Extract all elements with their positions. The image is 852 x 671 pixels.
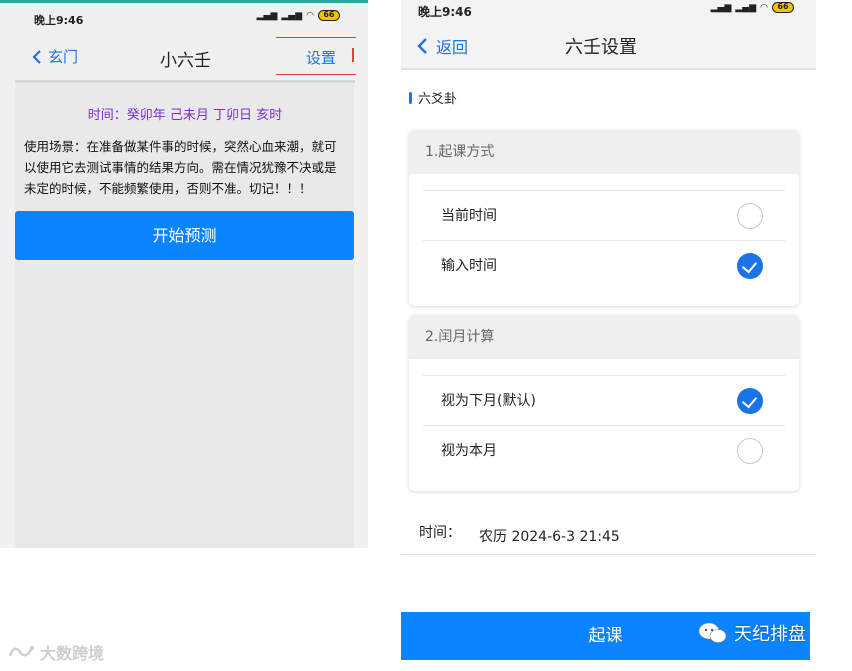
status-time: 晚上9:46	[34, 14, 84, 27]
left-phone-screen: 晚上9:46 ▂▄▆ ▂▄▆ ◠ 66 玄门 小六壬 设置 时间：癸卯年 己未月…	[0, 0, 368, 548]
chevron-left-icon	[417, 38, 427, 54]
back-label: 返回	[436, 38, 469, 57]
usage-description: 使用场景：在准备做某件事的时候，突然心血来潮，就可以使用它去测试事情的结果方向。…	[24, 139, 337, 196]
top-accent-line	[0, 0, 368, 3]
status-icons: ▂▄▆ ▂▄▆ ◠ 66	[257, 10, 340, 21]
watermark-right-text: 天纪排盘	[734, 624, 806, 645]
signal-icon: ▂▄▆	[256, 10, 278, 21]
highlight-marker	[352, 48, 354, 62]
card-header: 1.起课方式	[409, 130, 799, 174]
start-method-card: 1.起课方式 当前时间 输入时间	[409, 130, 799, 306]
battery-icon: 66	[318, 10, 340, 21]
status-time: 晚上9:46	[418, 5, 472, 19]
status-icons: ▂▄▆ ▂▄▆ ◠ 66	[711, 2, 794, 13]
option-next-month[interactable]: 视为下月(默认)	[423, 375, 785, 425]
option-current-time[interactable]: 当前时间	[423, 190, 785, 240]
signal-icon: ▂▄▆	[735, 2, 757, 13]
watermark-right: 天纪排盘	[698, 620, 806, 646]
option-label: 视为下月(默认)	[441, 393, 536, 409]
radio-unchecked-icon[interactable]	[737, 203, 763, 229]
screenshot-stage: 晚上9:46 ▂▄▆ ▂▄▆ ◠ 66 玄门 小六壬 设置 时间：癸卯年 己未月…	[0, 0, 852, 671]
option-label: 视为本月	[441, 443, 497, 459]
wifi-icon: ◠	[760, 2, 768, 13]
radio-unchecked-icon[interactable]	[737, 438, 763, 464]
page-title: 小六壬	[160, 51, 211, 71]
time-value[interactable]: 农历 2024-6-3 21:45	[479, 526, 620, 546]
settings-button[interactable]: 设置	[276, 37, 356, 75]
nav-divider	[15, 80, 355, 83]
card-header: 2.闰月计算	[409, 315, 799, 359]
signal-icon: ▂▄▆	[281, 10, 303, 21]
time-label: 时间：	[419, 525, 461, 541]
current-time-text: 时间：癸卯年 己未月 丁卯日 亥时	[87, 108, 283, 123]
radio-checked-icon[interactable]	[737, 388, 763, 414]
back-label: 玄门	[48, 48, 79, 66]
option-label: 当前时间	[441, 208, 497, 224]
option-this-month[interactable]: 视为本月	[423, 425, 785, 475]
signal-icon: ▂▄▆	[710, 2, 732, 13]
settings-label: 设置	[306, 49, 337, 67]
chevron-left-icon	[32, 49, 41, 64]
radio-checked-icon[interactable]	[737, 253, 763, 279]
page-title: 六壬设置	[565, 37, 637, 58]
battery-icon: 66	[772, 2, 794, 13]
brand-logo-icon	[8, 646, 34, 657]
option-input-time[interactable]: 输入时间	[423, 240, 785, 290]
back-button[interactable]: 返回	[417, 34, 468, 58]
option-label: 输入时间	[441, 258, 497, 274]
wifi-icon: ◠	[306, 10, 314, 21]
watermark-left-text: 大数跨境	[40, 644, 105, 663]
section-marker	[409, 91, 412, 104]
wechat-icon	[698, 622, 727, 643]
section-heading: 六爻卦	[409, 88, 457, 107]
status-bar: 晚上9:46 ▂▄▆ ▂▄▆ ◠ 66	[0, 8, 368, 30]
time-divider	[401, 554, 816, 555]
start-predict-button[interactable]: 开始预测	[15, 211, 354, 260]
section-label: 六爻卦	[418, 92, 458, 107]
right-phone-screen: 晚上9:46 ▂▄▆ ▂▄▆ ◠ 66 返回 六壬设置 六爻卦 1.起课方式 当…	[401, 0, 816, 671]
back-button[interactable]: 玄门	[32, 46, 78, 67]
nav-bar: 玄门 小六壬 设置	[0, 36, 368, 78]
status-bar: 晚上9:46 ▂▄▆ ▂▄▆ ◠ 66	[401, 0, 816, 20]
nav-bar: 返回 六壬设置	[401, 20, 816, 70]
watermark-left: 大数跨境	[8, 640, 104, 664]
leap-month-card: 2.闰月计算 视为下月(默认) 视为本月	[409, 315, 799, 491]
